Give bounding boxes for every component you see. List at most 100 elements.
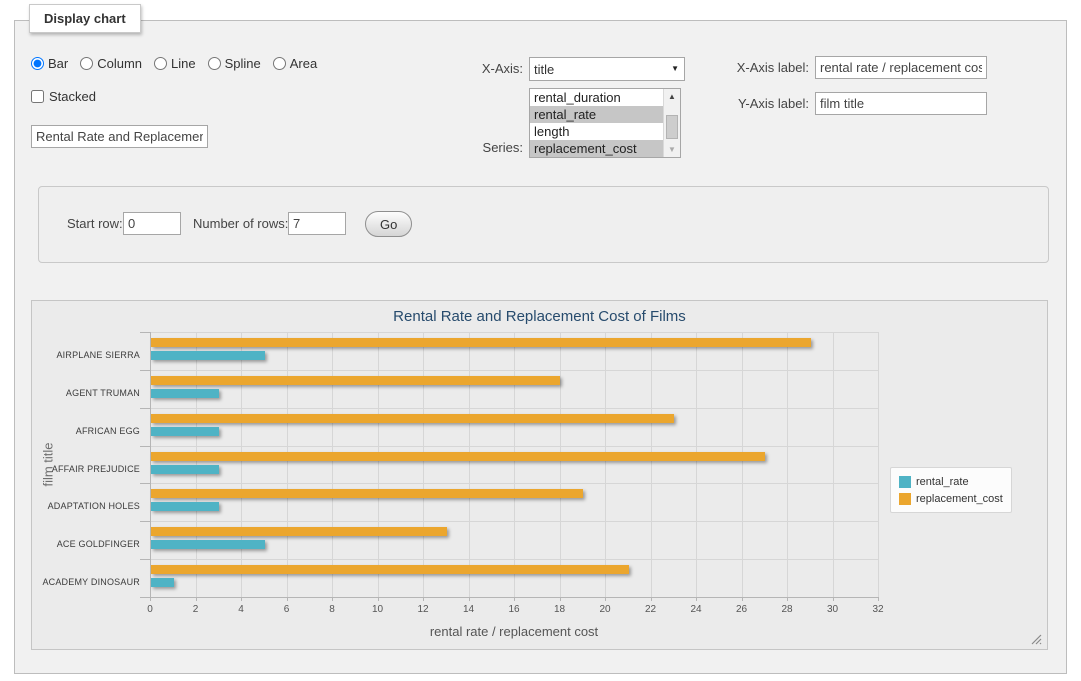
scroll-down-icon[interactable]: ▼: [664, 142, 680, 157]
gridline-x: [287, 332, 288, 597]
axis-tick: [140, 446, 150, 447]
x-axis-select-wrap: title ▼: [529, 57, 685, 81]
bar-replacement_cost: [151, 489, 583, 498]
x-tick-label: 0: [130, 604, 170, 615]
gridline-x: [378, 332, 379, 597]
chart-type-area[interactable]: Area: [273, 56, 317, 71]
num-rows-label: Number of rows:: [193, 212, 288, 236]
chart-type-radio-line[interactable]: [154, 57, 167, 70]
axis-tick: [140, 483, 150, 484]
series-scrollbar[interactable]: ▲ ▼: [663, 89, 680, 157]
stacked-label: Stacked: [49, 89, 96, 104]
chart-type-radio-area[interactable]: [273, 57, 286, 70]
resize-handle-icon[interactable]: [1031, 634, 1042, 645]
stacked-option[interactable]: Stacked: [31, 87, 96, 105]
x-axis-select-label: X-Axis:: [419, 57, 523, 81]
x-tick-label: 8: [312, 604, 352, 615]
fieldset-legend: Display chart: [29, 4, 141, 33]
chart-container: Rental Rate and Replacement Cost of Film…: [31, 300, 1048, 650]
series-list-label: Series:: [419, 136, 523, 160]
series-listbox[interactable]: rental_durationrental_ratelengthreplacem…: [529, 88, 681, 158]
category-label: AGENT TRUMAN: [32, 387, 140, 399]
start-row-label: Start row:: [67, 212, 123, 236]
gridline-x: [332, 332, 333, 597]
scrollbar-thumb[interactable]: [666, 115, 678, 139]
gridline-y: [150, 521, 878, 522]
axis-tick: [140, 332, 150, 333]
gridline-y: [150, 483, 878, 484]
series-option-replacement_cost[interactable]: replacement_cost: [530, 140, 663, 157]
x-tick-label: 24: [676, 604, 716, 615]
gridline-x: [742, 332, 743, 597]
bar-rental_rate: [151, 540, 265, 549]
x-tick-label: 18: [540, 604, 580, 615]
axis-tick: [140, 408, 150, 409]
chart-legend: rental_rate replacement_cost: [890, 467, 1012, 513]
axis-tick: [140, 597, 150, 598]
scroll-up-icon[interactable]: ▲: [664, 89, 680, 104]
gridline-y: [150, 559, 878, 560]
y-axis-label-label: Y-Axis label:: [709, 92, 809, 116]
start-row-input[interactable]: [123, 212, 181, 235]
series-option-rental_duration[interactable]: rental_duration: [530, 89, 663, 106]
x-tick-label: 32: [858, 604, 898, 615]
chart-type-radio-spline[interactable]: [208, 57, 221, 70]
gridline-y: [150, 408, 878, 409]
stacked-checkbox[interactable]: [31, 90, 44, 103]
chart-type-radio-column[interactable]: [80, 57, 93, 70]
bar-rental_rate: [151, 427, 219, 436]
x-tick-label: 30: [813, 604, 853, 615]
bar-replacement_cost: [151, 452, 765, 461]
chart-type-line[interactable]: Line: [154, 56, 196, 71]
chart-type-bar[interactable]: Bar: [31, 56, 68, 71]
gridline-x: [469, 332, 470, 597]
go-button[interactable]: Go: [365, 211, 412, 237]
gridline-x: [560, 332, 561, 597]
x-tick-label: 20: [585, 604, 625, 615]
chart-type-label: Line: [171, 56, 196, 71]
x-axis-select[interactable]: title: [529, 57, 685, 81]
chart-type-label: Area: [290, 56, 317, 71]
bar-rental_rate: [151, 465, 219, 474]
axis-tick: [140, 559, 150, 560]
x-tick-label: 4: [221, 604, 261, 615]
bar-rental_rate: [151, 351, 265, 360]
legend-label: rental_rate: [916, 476, 969, 488]
legend-item-rental_rate[interactable]: rental_rate: [899, 473, 1003, 490]
y-axis-line: [150, 332, 151, 597]
bar-replacement_cost: [151, 565, 629, 574]
bar-rental_rate: [151, 578, 174, 587]
x-axis-line: [150, 597, 878, 598]
chart-type-radio-bar[interactable]: [31, 57, 44, 70]
axis-tick: [140, 370, 150, 371]
x-axis-label-input[interactable]: [815, 56, 987, 79]
gridline-y: [150, 332, 878, 333]
x-tick-label: 22: [631, 604, 671, 615]
x-tick-label: 14: [449, 604, 489, 615]
display-chart-fieldset: Display chart BarColumnLineSplineArea St…: [14, 20, 1067, 674]
x-axis-label-label: X-Axis label:: [709, 56, 809, 80]
chart-type-label: Column: [97, 56, 142, 71]
num-rows-input[interactable]: [288, 212, 346, 235]
gridline-y: [150, 446, 878, 447]
category-label: ADAPTATION HOLES: [32, 500, 140, 512]
chart-type-column[interactable]: Column: [80, 56, 142, 71]
legend-item-replacement_cost[interactable]: replacement_cost: [899, 490, 1003, 507]
axis-tick: [140, 521, 150, 522]
series-option-length[interactable]: length: [530, 123, 663, 140]
chart-title-input[interactable]: [31, 125, 208, 148]
legend-swatch: [899, 476, 911, 488]
y-axis-label-input[interactable]: [815, 92, 987, 115]
category-label: ACE GOLDFINGER: [32, 538, 140, 550]
chart-type-spline[interactable]: Spline: [208, 56, 261, 71]
chart-type-radios: Bar Column Line Spline Area: [31, 54, 317, 72]
x-tick-label: 26: [722, 604, 762, 615]
series-option-rental_rate[interactable]: rental_rate: [530, 106, 663, 123]
gridline-x: [605, 332, 606, 597]
bar-replacement_cost: [151, 338, 811, 347]
axis-tick: [878, 597, 879, 601]
gridline-y: [150, 370, 878, 371]
x-tick-label: 12: [403, 604, 443, 615]
x-tick-label: 28: [767, 604, 807, 615]
x-tick-label: 2: [176, 604, 216, 615]
